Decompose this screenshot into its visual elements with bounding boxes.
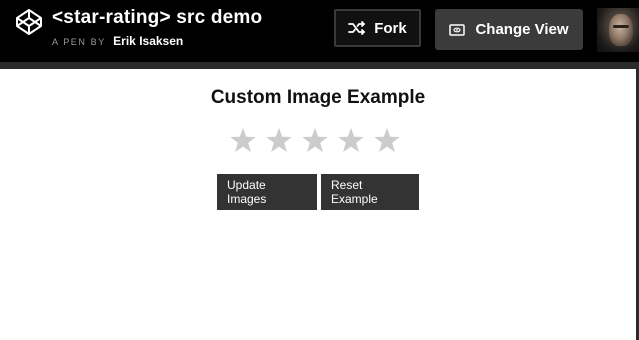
header-border-band xyxy=(0,62,639,69)
star-5[interactable] xyxy=(372,126,402,156)
user-avatar[interactable] xyxy=(597,8,639,52)
change-view-label: Change View xyxy=(475,21,569,38)
star-3[interactable] xyxy=(300,126,330,156)
star-2[interactable] xyxy=(264,126,294,156)
pen-byline: A PEN BY Erik Isaksen xyxy=(52,34,183,48)
fork-button[interactable]: Fork xyxy=(334,9,421,47)
codepen-logo-icon[interactable] xyxy=(15,8,43,36)
avatar-eyes xyxy=(613,25,629,28)
update-images-button[interactable]: Update Images xyxy=(217,174,317,210)
example-actions: Update Images Reset Example xyxy=(0,174,636,210)
pen-header: <star-rating> src demo A PEN BY Erik Isa… xyxy=(0,0,639,62)
preview-frame: Custom Image Example Update Images Reset… xyxy=(0,69,636,340)
change-view-icon xyxy=(449,23,466,36)
author-link[interactable]: Erik Isaksen xyxy=(113,34,183,48)
byline-prefix: A PEN BY xyxy=(52,37,106,47)
fork-label: Fork xyxy=(374,19,407,37)
pen-title: <star-rating> src demo xyxy=(52,7,263,28)
star-4[interactable] xyxy=(336,126,366,156)
avatar-face xyxy=(609,14,633,46)
fork-icon xyxy=(348,21,366,35)
star-rating[interactable] xyxy=(228,126,408,162)
example-heading: Custom Image Example xyxy=(210,87,426,108)
star-1[interactable] xyxy=(228,126,258,156)
change-view-button[interactable]: Change View xyxy=(435,9,583,50)
reset-example-button[interactable]: Reset Example xyxy=(321,174,419,210)
